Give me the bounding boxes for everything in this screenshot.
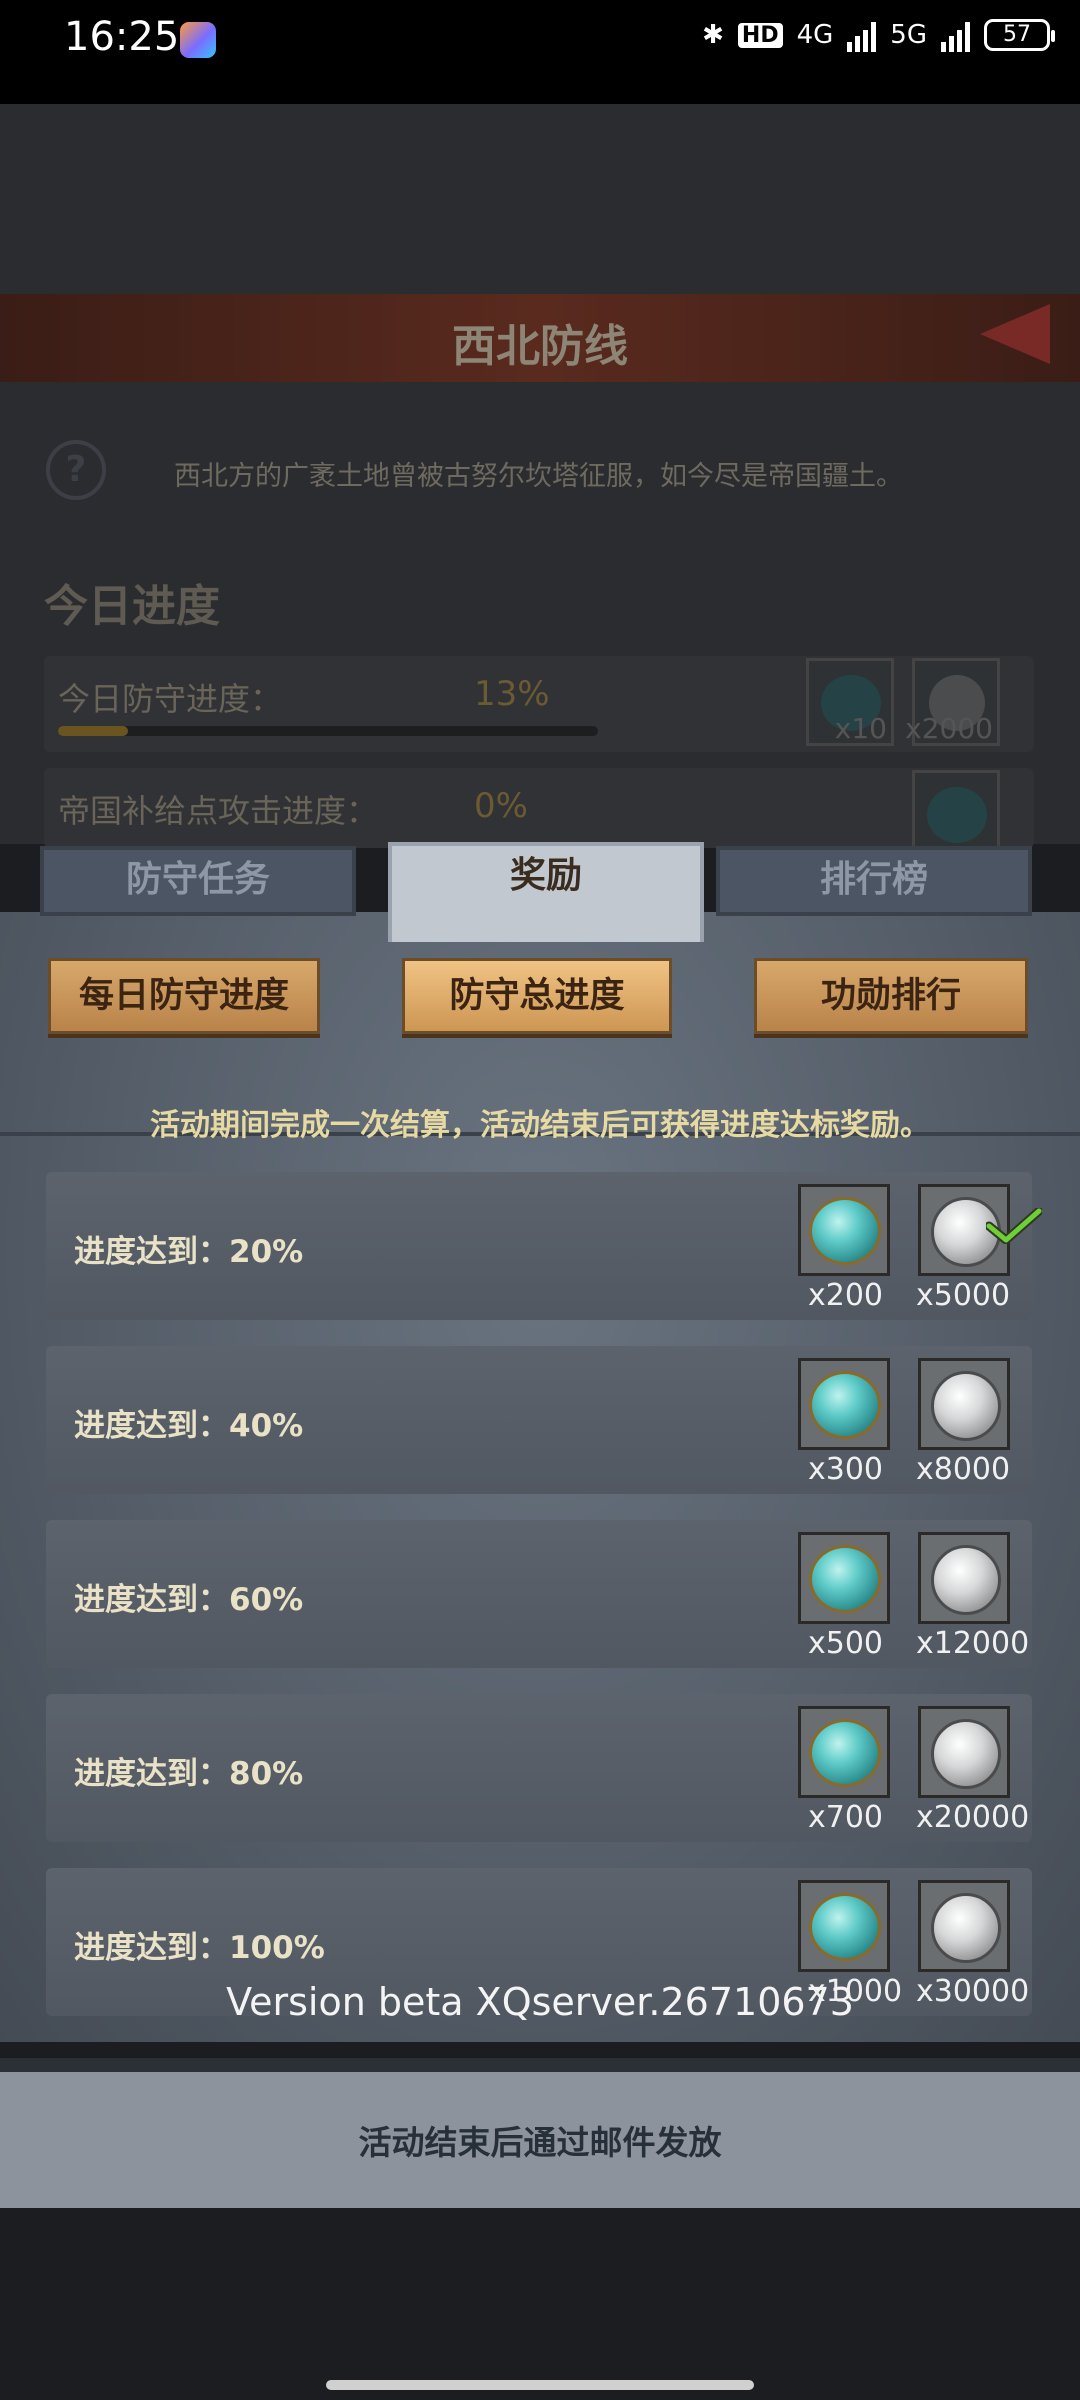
reward-slot[interactable]: x10 — [806, 658, 894, 746]
reward-row: 进度达到：20% x200 x5000 — [46, 1172, 1042, 1320]
gem-icon — [809, 1893, 881, 1961]
footer-divider — [0, 2058, 1080, 2072]
gem-quantity: x200 — [808, 1278, 884, 1313]
threshold-label: 进度达到：40% — [74, 1408, 304, 1444]
network-4g-label: 4G — [796, 20, 834, 50]
version-watermark: Version beta XQserver.26710673 — [226, 1980, 854, 2024]
bluetooth-icon: ✱ — [702, 20, 724, 50]
region-description: 西北方的广袤土地曾被古努尔坎塔征服，如今尽是帝国疆土。 — [174, 461, 903, 492]
reward-slot[interactable]: x2000 — [905, 658, 1000, 746]
row-label: 今日防守进度： — [58, 680, 283, 718]
coin-icon — [931, 1893, 1001, 1963]
reward-qty: x10 — [834, 712, 887, 745]
daily-progress-button[interactable]: 每日防守进度 — [48, 958, 320, 1034]
gem-reward-slot[interactable] — [798, 1532, 890, 1624]
reward-row: 进度达到：80% x700 x20000 — [46, 1694, 1032, 1842]
rule-hint: 活动期间完成一次结算，活动结束后可获得进度达标奖励。 — [150, 1108, 930, 1143]
gem-reward-slot[interactable] — [798, 1184, 890, 1276]
main-tabs: 防守任务 奖励 排行榜 — [40, 842, 1040, 942]
supply-attack-row: 帝国补给点攻击进度： 0% — [44, 768, 1034, 848]
gem-icon — [809, 1545, 881, 1613]
help-icon[interactable]: ? — [46, 440, 106, 500]
claimed-check-icon — [986, 1208, 1042, 1244]
coin-quantity: x20000 — [916, 1800, 1030, 1835]
row-percent: 0% — [474, 786, 528, 826]
total-progress-button[interactable]: 防守总进度 — [402, 958, 672, 1034]
mail-delivery-note: 活动结束后通过邮件发放 — [358, 2123, 722, 2162]
gem-quantity: x300 — [808, 1452, 884, 1487]
tab-defense-tasks[interactable]: 防守任务 — [40, 846, 356, 916]
signal-icon-2 — [941, 18, 970, 52]
page-title: 西北防线 — [452, 321, 628, 372]
coin-quantity: x8000 — [916, 1452, 1011, 1487]
gem-reward-slot[interactable] — [798, 1880, 890, 1972]
reward-row: 进度达到：60% x500 x12000 — [46, 1520, 1032, 1668]
coin-reward-slot[interactable] — [918, 1358, 1010, 1450]
reward-slot[interactable] — [912, 770, 1000, 848]
coin-quantity: x5000 — [916, 1278, 1011, 1313]
back-arrow-icon[interactable] — [980, 304, 1050, 364]
reward-qty: x2000 — [905, 712, 993, 745]
tab-rewards[interactable]: 奖励 — [388, 842, 704, 942]
gem-icon — [927, 787, 987, 843]
gem-reward-slot[interactable] — [798, 1358, 890, 1450]
coin-reward-slot[interactable] — [918, 1880, 1010, 1972]
gesture-nav-handle[interactable] — [326, 2380, 754, 2390]
game-app-icon — [180, 22, 216, 58]
threshold-label: 进度达到：100% — [74, 1930, 325, 1966]
gem-quantity: x500 — [808, 1626, 884, 1661]
merit-ranking-button[interactable]: 功勋排行 — [754, 958, 1028, 1034]
battery-icon: 57 — [984, 19, 1055, 51]
threshold-label: 进度达到：80% — [74, 1756, 304, 1792]
threshold-label: 进度达到：60% — [74, 1582, 304, 1618]
threshold-label: 进度达到：20% — [74, 1234, 304, 1270]
daily-defense-row: 今日防守进度： 13% x10 x2000 — [44, 656, 1034, 752]
section-title: 今日进度 — [44, 581, 220, 632]
status-indicators: ✱ HD 4G 5G 57 — [702, 18, 1055, 52]
signal-icon — [847, 18, 877, 52]
network-5g-label: 5G — [890, 20, 927, 50]
progress-fill — [58, 726, 129, 736]
coin-reward-slot[interactable] — [918, 1706, 1010, 1798]
coin-quantity: x12000 — [916, 1626, 1030, 1661]
row-percent: 13% — [474, 674, 550, 714]
hd-badge: HD — [737, 22, 783, 48]
row-label: 帝国补给点攻击进度： — [58, 792, 379, 830]
tab-leaderboard[interactable]: 排行榜 — [716, 846, 1032, 916]
coin-icon — [931, 1545, 1001, 1615]
gem-icon — [809, 1197, 881, 1265]
gem-reward-slot[interactable] — [798, 1706, 890, 1798]
gem-icon — [809, 1719, 881, 1787]
status-bar: 16:25 ✱ HD 4G 5G 57 — [0, 0, 1080, 104]
gem-icon — [809, 1371, 881, 1439]
reward-row: 进度达到：40% x300 x8000 — [46, 1346, 1032, 1494]
coin-icon — [931, 1371, 1001, 1441]
coin-icon — [931, 1719, 1001, 1789]
progress-bar — [58, 726, 598, 736]
gem-quantity: x700 — [808, 1800, 884, 1835]
coin-reward-slot[interactable] — [918, 1532, 1010, 1624]
status-time: 16:25 — [64, 14, 180, 60]
background-screen: 西北防线 ? 西北方的广袤土地曾被古努尔坎塔征服，如今尽是帝国疆土。 今日进度 … — [0, 104, 1080, 848]
